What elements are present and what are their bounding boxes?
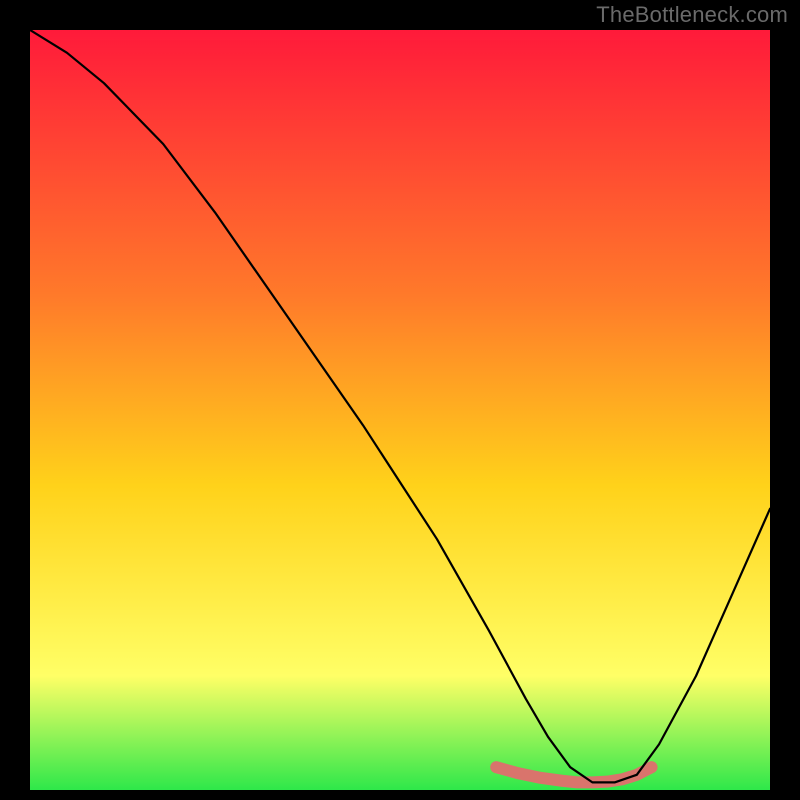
- bottleneck-chart: [30, 30, 770, 790]
- gradient-background: [30, 30, 770, 790]
- chart-container: TheBottleneck.com: [0, 0, 800, 800]
- watermark-text: TheBottleneck.com: [596, 2, 788, 28]
